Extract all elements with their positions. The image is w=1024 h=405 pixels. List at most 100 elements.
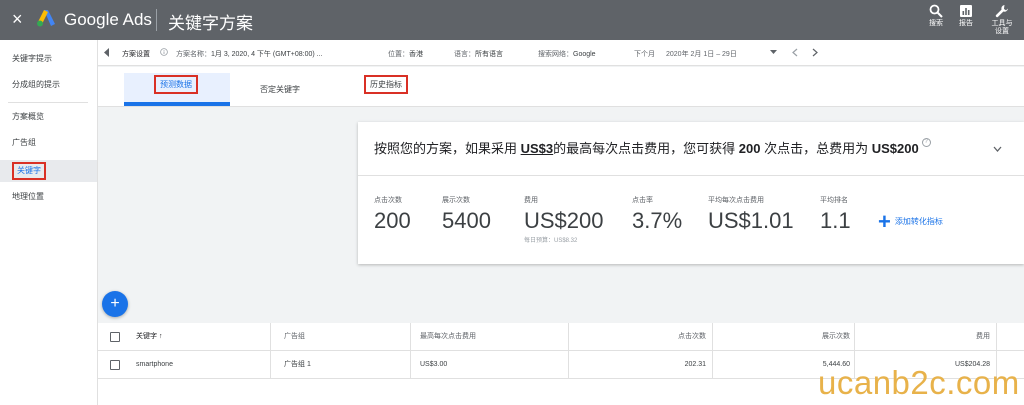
page-title: 关键字方案 bbox=[168, 14, 253, 33]
cell-max-cpc[interactable]: US$3.00 bbox=[420, 351, 447, 379]
add-conversion-label: 添加转化指标 bbox=[894, 217, 943, 227]
sidebar-item-keywords[interactable]: 关键字 bbox=[0, 160, 97, 182]
metric-avg-cpc: 平均每次点击费用 US$1.01 bbox=[708, 195, 794, 234]
metric-avg-position-value: 1.1 bbox=[820, 208, 851, 233]
headline-cost: US$200 bbox=[871, 141, 919, 156]
sidebar-item-locations[interactable]: 地理位置 bbox=[0, 186, 97, 208]
column-divider bbox=[410, 323, 411, 379]
sidebar-item-ad-groups[interactable]: 广告组 bbox=[0, 132, 97, 154]
sidebar-nav: 关键字提示 分成组的提示 方案概览 广告组 关键字 地理位置 bbox=[0, 40, 98, 405]
sidebar-divider bbox=[8, 102, 88, 103]
sidebar-item-grouped-ideas[interactable]: 分成组的提示 bbox=[0, 74, 97, 96]
tools-settings-button[interactable]: 工具与 设置 bbox=[982, 4, 1022, 38]
tab-historical-metrics[interactable]: 历史指标 bbox=[364, 75, 408, 94]
metric-ctr: 点击率 3.7% bbox=[632, 195, 682, 234]
info-icon[interactable] bbox=[160, 48, 168, 56]
search-icon bbox=[929, 4, 943, 18]
metric-impressions-value: 5400 bbox=[442, 208, 491, 233]
expand-chevron-icon[interactable] bbox=[993, 146, 1002, 152]
plus-icon: + bbox=[110, 295, 120, 312]
headline-clicks: 200 bbox=[738, 141, 761, 156]
language-filter-value: 所有语言 bbox=[475, 51, 503, 58]
metric-avg-cpc-value: US$1.01 bbox=[708, 208, 794, 233]
column-divider bbox=[568, 323, 569, 379]
bar-chart-icon bbox=[960, 5, 972, 17]
reports-tool-button[interactable]: 报告 bbox=[946, 4, 986, 38]
metric-avg-position: 平均排名 1.1 bbox=[820, 195, 851, 234]
tab-forecast[interactable]: 预测数据 bbox=[154, 75, 198, 94]
max-cpc-bid-link[interactable]: US$3 bbox=[521, 141, 554, 156]
metric-avg-position-label: 平均排名 bbox=[820, 197, 848, 204]
header-keyword[interactable]: 关键字 ↑ bbox=[136, 323, 162, 351]
plan-name-filter-value: 1月 3, 2020, 4 下午 (GMT+08:00) ... bbox=[211, 51, 323, 58]
reports-tool-label: 报告 bbox=[959, 20, 973, 27]
header-ad-group[interactable]: 广告组 bbox=[284, 323, 305, 351]
tabs-bar: 预测数据 否定关键字 历史指标 bbox=[98, 67, 1024, 107]
cell-keyword: smartphone bbox=[136, 361, 173, 368]
tab-negative-keywords[interactable]: 否定关键字 bbox=[260, 84, 300, 95]
metric-clicks-value: 200 bbox=[374, 208, 411, 233]
active-tab-indicator bbox=[124, 102, 230, 106]
forecast-summary-card: 按照您的方案，如果采用 US$3的最高每次点击费用，您可获得 200 次点击，总… bbox=[358, 122, 1024, 264]
headline-text-1: 按照您的方案，如果采用 bbox=[374, 141, 521, 156]
sidebar-item-keywords-label: 关键字 bbox=[12, 162, 46, 180]
headline-text-3: 次点击，总费用为 bbox=[760, 141, 872, 156]
header-cost[interactable]: 费用 bbox=[902, 323, 990, 351]
column-divider bbox=[270, 323, 271, 379]
plus-icon: + bbox=[878, 209, 891, 234]
row-checkbox[interactable] bbox=[110, 360, 120, 370]
location-filter-value: 香港 bbox=[409, 51, 423, 58]
card-divider bbox=[358, 175, 1024, 176]
language-filter[interactable]: 语言：所有语言 bbox=[454, 49, 503, 59]
column-divider bbox=[712, 323, 713, 379]
period-label: 下个月 bbox=[634, 51, 655, 58]
wrench-icon bbox=[995, 5, 1008, 18]
google-ads-logo-icon bbox=[37, 10, 55, 27]
date-range-value[interactable]: 2020年 2月 1日 – 29日 bbox=[666, 49, 737, 59]
tab-forecast-label: 预测数据 bbox=[154, 75, 198, 94]
plan-settings-bar: 方案设置 方案名称：1月 3, 2020, 4 下午 (GMT+08:00) .… bbox=[98, 40, 1024, 66]
header-max-cpc[interactable]: 最高每次点击费用 bbox=[420, 323, 476, 351]
site-watermark: ucanb2c.com bbox=[818, 364, 1020, 401]
location-filter-label: 位置： bbox=[388, 51, 409, 58]
metric-ctr-label: 点击率 bbox=[632, 197, 653, 204]
metric-ctr-value: 3.7% bbox=[632, 208, 683, 233]
network-filter-value: Google bbox=[573, 51, 596, 58]
network-filter-label: 搜索网络： bbox=[538, 51, 573, 58]
sidebar-item-keyword-ideas[interactable]: 关键字提示 bbox=[0, 48, 97, 70]
chevron-right-icon[interactable] bbox=[812, 48, 818, 57]
brand-name: Google Ads bbox=[64, 10, 152, 29]
location-filter[interactable]: 位置：香港 bbox=[388, 49, 423, 59]
metric-cost-value: US$200 bbox=[524, 208, 604, 233]
metric-impressions: 展示次数 5400 bbox=[442, 195, 491, 234]
plan-name-filter-label: 方案名称： bbox=[176, 51, 211, 58]
header-impressions[interactable]: 展示次数 bbox=[762, 323, 850, 351]
collapse-left-icon[interactable] bbox=[104, 48, 110, 57]
cell-clicks: 202.31 bbox=[684, 361, 706, 368]
network-filter[interactable]: 搜索网络：Google bbox=[538, 49, 596, 59]
headline-text-2: 的最高每次点击费用，您可获得 bbox=[553, 141, 739, 156]
metric-cost: 费用 US$200 每日预算：US$8.32 bbox=[524, 195, 604, 244]
plan-settings-label[interactable]: 方案设置 bbox=[122, 49, 150, 59]
sidebar-item-plan-overview[interactable]: 方案概览 bbox=[0, 106, 97, 128]
tools-settings-label: 工具与 设置 bbox=[991, 20, 1013, 35]
metric-clicks: 点击次数 200 bbox=[374, 195, 411, 234]
chevron-left-icon[interactable] bbox=[792, 48, 798, 57]
help-icon[interactable]: ? bbox=[921, 138, 931, 147]
header-clicks[interactable]: 点击次数 bbox=[618, 323, 706, 351]
tab-historical-metrics-label: 历史指标 bbox=[364, 75, 408, 94]
language-filter-label: 语言： bbox=[454, 51, 475, 58]
metric-cost-label: 费用 bbox=[524, 197, 538, 204]
top-app-bar: × Google Ads 关键字方案 搜索 报告 工具与 设置 bbox=[0, 0, 1024, 40]
dropdown-arrow-icon[interactable] bbox=[770, 50, 777, 55]
metric-clicks-label: 点击次数 bbox=[374, 197, 402, 204]
add-conversion-metrics-button[interactable]: + 添加转化指标 bbox=[878, 209, 943, 235]
close-button[interactable]: × bbox=[12, 9, 23, 29]
plan-name-filter[interactable]: 方案名称：1月 3, 2020, 4 下午 (GMT+08:00) ... bbox=[176, 49, 322, 59]
daily-budget-note: 每日预算：US$8.32 bbox=[524, 238, 578, 244]
table-header-row: 关键字 ↑ 广告组 最高每次点击费用 点击次数 展示次数 费用 bbox=[98, 323, 1024, 351]
add-keyword-fab-button[interactable]: + bbox=[102, 291, 128, 317]
metric-avg-cpc-label: 平均每次点击费用 bbox=[708, 197, 764, 204]
select-all-checkbox[interactable] bbox=[110, 332, 120, 342]
title-divider bbox=[156, 9, 157, 31]
